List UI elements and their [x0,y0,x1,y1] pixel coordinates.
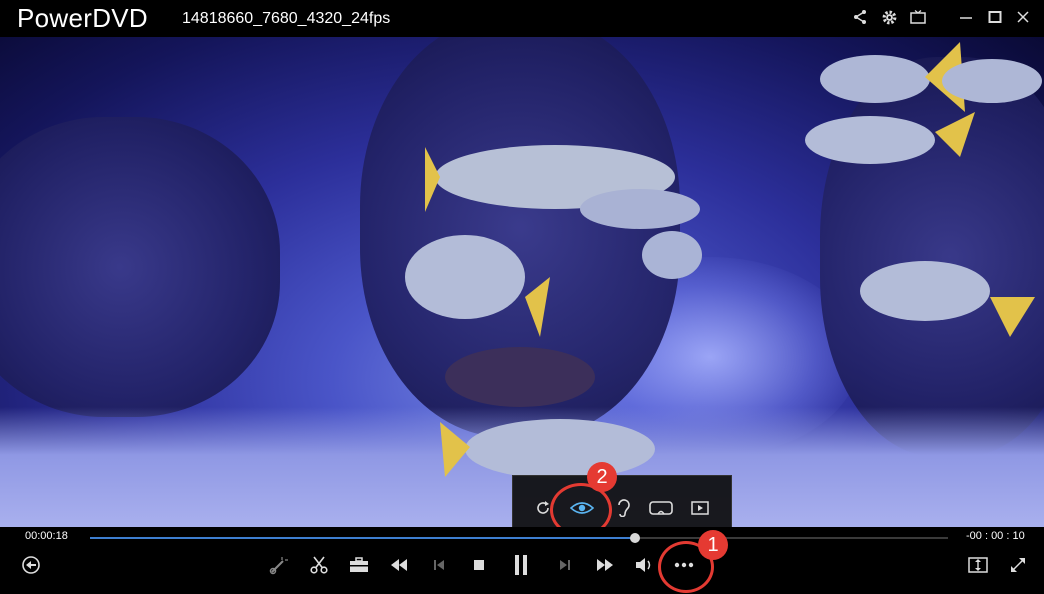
gear-icon [882,10,896,24]
audio-enhance-button[interactable] [609,496,637,520]
fast-forward-button[interactable] [592,553,618,577]
fullscreen-icon [1011,558,1025,572]
play-screen-button[interactable] [686,496,714,520]
powerdvd-window: PowerDVD 14818660_7680_4320_24fps 2 00:0… [0,0,1044,594]
volume-button[interactable] [632,553,658,577]
seek-knob[interactable] [629,533,640,543]
minimize-button[interactable] [954,6,978,28]
file-title: 14818660_7680_4320_24fps [182,10,391,27]
fish-3 [580,189,700,229]
share-icon [854,10,866,24]
minimize-icon [960,17,972,19]
elapsed-time: 00:00:18 [25,530,68,542]
fit-screen-button[interactable] [965,553,991,577]
seek-bar-fill [90,537,635,539]
volume-icon [636,558,651,572]
vr-goggles-icon [649,501,673,515]
fish-2 [405,235,550,337]
video-frame[interactable] [0,37,1044,527]
stop-button[interactable] [466,553,492,577]
scissors-icon [310,556,328,574]
fish-school [405,42,1042,479]
playback-bar: 00:00:18 -00 : 00 : 10 [0,527,1044,594]
step-badge-1: 1 [698,530,728,560]
rewind-button[interactable] [386,553,412,577]
stop-icon [474,560,484,570]
fast-forward-icon [597,559,613,571]
vr-mode-button[interactable] [647,496,675,520]
snapshot-cut-button[interactable] [306,553,332,577]
maximize-button[interactable] [983,6,1007,28]
fish-4 [642,231,702,279]
fish-5 [860,261,1035,337]
play-screen-icon [691,501,709,515]
fit-screen-icon [968,557,988,573]
rewind-icon [391,559,407,571]
close-button[interactable] [1011,6,1035,28]
pause-button[interactable] [508,553,534,577]
seek-bar[interactable] [90,533,948,543]
maximize-icon [988,11,1002,23]
fish-6 [805,112,975,164]
ear-icon [618,499,630,517]
next-button[interactable] [552,553,578,577]
previous-icon [434,560,444,570]
fish-8 [440,419,655,479]
toolbox-button[interactable] [346,553,372,577]
fish-10 [942,59,1042,103]
app-title: PowerDVD [17,3,148,33]
settings-button[interactable] [877,6,901,28]
pause-icon [515,555,527,575]
cut-icon [269,557,288,575]
tv-mode-button[interactable] [906,6,930,28]
magic-cut-button[interactable] [266,553,292,577]
title-bar: PowerDVD 14818660_7680_4320_24fps [0,0,1044,37]
step-badge-2: 2 [587,462,617,492]
fullscreen-button[interactable] [1005,553,1031,577]
back-button[interactable] [18,553,44,577]
tv-mode-icon [910,10,926,24]
close-icon [1017,11,1029,23]
next-icon [560,560,570,570]
previous-button[interactable] [426,553,452,577]
fish-9 [445,347,595,407]
back-icon [22,556,40,574]
toolbox-icon [350,557,368,572]
share-button[interactable] [848,6,872,28]
remaining-time: -00 : 00 : 10 [966,530,1025,542]
